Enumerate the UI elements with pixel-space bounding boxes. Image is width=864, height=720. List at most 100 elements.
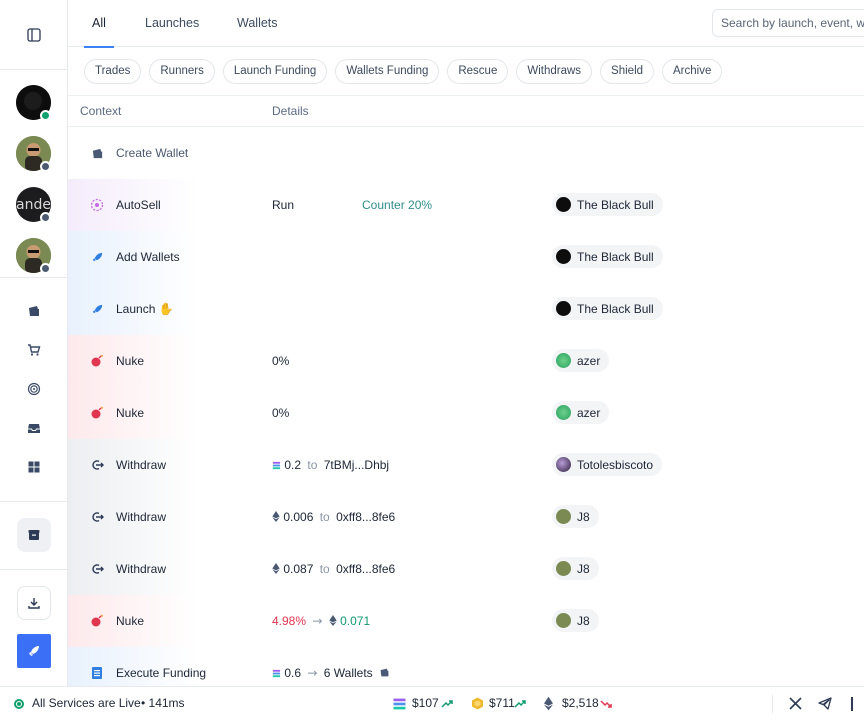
arrow-icon: → bbox=[307, 666, 318, 680]
status-dot bbox=[40, 110, 51, 121]
owner-pill[interactable]: J8 bbox=[552, 557, 599, 580]
cart-icon[interactable] bbox=[17, 333, 51, 367]
row-name-text: Launch bbox=[116, 302, 156, 316]
eth-icon bbox=[329, 615, 337, 626]
rocket-icon bbox=[90, 302, 104, 316]
status-dot bbox=[40, 212, 51, 223]
owner-pill[interactable]: The Black Bull bbox=[552, 245, 663, 268]
hand-emoji: ✋ bbox=[158, 302, 174, 316]
rocket-icon[interactable] bbox=[17, 634, 51, 668]
withdraw-icon bbox=[90, 562, 104, 576]
archive-box-icon[interactable] bbox=[17, 518, 51, 552]
column-details: Details bbox=[272, 104, 309, 118]
owner-name: The Black Bull bbox=[577, 249, 654, 264]
bomb-icon bbox=[90, 406, 104, 420]
table-row[interactable]: AutoSell Run Counter 20% The Black Bull bbox=[68, 179, 864, 231]
chip-withdraws[interactable]: Withdraws bbox=[516, 59, 593, 84]
row-name: Nuke bbox=[116, 614, 145, 628]
eth-price: $2,518 bbox=[562, 696, 599, 710]
document-icon bbox=[90, 666, 104, 680]
status-dot bbox=[40, 263, 51, 274]
table-row[interactable]: Withdraw 0.006 to 0xff8...8fe6 J8 bbox=[68, 491, 864, 543]
owner-pill[interactable]: azer bbox=[552, 401, 610, 424]
sidebar: ande bbox=[0, 0, 68, 686]
avatar bbox=[556, 405, 571, 420]
row-name: Withdraw bbox=[116, 458, 167, 472]
wallet-icon bbox=[90, 146, 104, 160]
owner-pill[interactable]: Totolesbiscoto bbox=[552, 453, 663, 476]
table-row[interactable]: Create Wallet bbox=[68, 127, 864, 179]
sidebar-divider bbox=[0, 69, 68, 70]
x-twitter-icon[interactable] bbox=[789, 697, 802, 710]
inbox-icon[interactable] bbox=[17, 411, 51, 445]
avatar bbox=[556, 197, 571, 212]
tab-wallets[interactable]: Wallets bbox=[237, 0, 278, 47]
chip-runners[interactable]: Runners bbox=[149, 59, 215, 84]
bnb-icon bbox=[472, 697, 483, 710]
owner-pill[interactable]: The Black Bull bbox=[552, 297, 663, 320]
table-row[interactable]: Nuke 4.98% → 0.071 J8 bbox=[68, 595, 864, 647]
sol-icon bbox=[393, 698, 406, 710]
row-name: Nuke bbox=[116, 406, 145, 420]
tab-all[interactable]: All bbox=[84, 0, 114, 48]
chip-archive[interactable]: Archive bbox=[662, 59, 723, 84]
table-row[interactable]: Launch ✋ The Black Bull bbox=[68, 283, 864, 335]
wallet-icon[interactable] bbox=[17, 294, 51, 328]
table-row[interactable]: Add Wallets The Black Bull bbox=[68, 231, 864, 283]
owner-name: J8 bbox=[577, 613, 590, 628]
run-status: Run bbox=[272, 198, 295, 212]
bnb-price: $711 bbox=[489, 696, 515, 710]
trend-up-icon bbox=[441, 700, 453, 708]
sidebar-divider bbox=[0, 569, 68, 570]
overflow-icon bbox=[851, 697, 853, 711]
tab-bar: All Launches Wallets Search by launch, e… bbox=[68, 0, 864, 48]
owner-pill[interactable]: J8 bbox=[552, 609, 599, 632]
owner-pill[interactable]: J8 bbox=[552, 505, 599, 528]
sol-price: $107 bbox=[412, 696, 439, 710]
search-input[interactable]: Search by launch, event, w bbox=[712, 9, 864, 37]
eth-icon bbox=[272, 511, 280, 522]
avatar bbox=[556, 301, 571, 316]
chip-wallets-funding[interactable]: Wallets Funding bbox=[335, 59, 440, 84]
withdraw-amount: 0.2 bbox=[284, 458, 302, 472]
row-name: Launch ✋ bbox=[116, 283, 174, 335]
chip-launch-funding[interactable]: Launch Funding bbox=[222, 59, 328, 84]
address[interactable]: 0xff8...8fe6 bbox=[336, 510, 395, 524]
wallet-count: 6 Wallets bbox=[323, 666, 373, 680]
bomb-icon bbox=[90, 354, 104, 368]
avatar-label: ande bbox=[16, 196, 51, 213]
wallet-icon bbox=[380, 668, 389, 677]
funding-amount: 0.6 bbox=[284, 666, 302, 680]
table-row[interactable]: Withdraw 0.2 to 7tBMj...Dhbj Totolesbisc… bbox=[68, 439, 864, 491]
owner-pill[interactable]: The Black Bull bbox=[552, 193, 663, 216]
tab-launches[interactable]: Launches bbox=[145, 0, 199, 47]
table-row[interactable]: Nuke 0% azer bbox=[68, 335, 864, 387]
layout-sidebar-icon[interactable] bbox=[17, 18, 51, 52]
status-dot bbox=[40, 161, 51, 172]
download-icon[interactable] bbox=[17, 586, 51, 620]
chip-trades[interactable]: Trades bbox=[84, 59, 142, 84]
owner-name: The Black Bull bbox=[577, 301, 654, 316]
fingerprint-icon[interactable] bbox=[17, 372, 51, 406]
address[interactable]: 0xff8...8fe6 bbox=[336, 562, 395, 576]
table-row[interactable]: Withdraw 0.087 to 0xff8...8fe6 J8 bbox=[68, 543, 864, 595]
bomb-icon bbox=[90, 614, 104, 628]
grid-icon[interactable] bbox=[17, 450, 51, 484]
withdraw-amount: 0.087 bbox=[283, 562, 314, 576]
sol-icon bbox=[272, 461, 281, 470]
chip-shield[interactable]: Shield bbox=[600, 59, 655, 84]
telegram-icon[interactable] bbox=[818, 697, 832, 710]
chip-rescue[interactable]: Rescue bbox=[447, 59, 509, 84]
table-row[interactable]: Nuke 0% azer bbox=[68, 387, 864, 439]
withdraw-detail: 0.006 to 0xff8...8fe6 bbox=[272, 491, 395, 543]
live-status-icon bbox=[14, 699, 24, 709]
withdraw-icon bbox=[90, 458, 104, 472]
owner-pill[interactable]: azer bbox=[552, 349, 610, 372]
nuke-detail: 4.98% → 0.071 bbox=[272, 595, 370, 647]
address[interactable]: 7tBMj...Dhbj bbox=[324, 458, 389, 472]
owner-name: J8 bbox=[577, 561, 590, 576]
row-name: AutoSell bbox=[116, 198, 161, 212]
autosell-icon bbox=[90, 198, 104, 212]
row-name: Add Wallets bbox=[116, 250, 180, 264]
rocket-icon bbox=[90, 250, 104, 264]
